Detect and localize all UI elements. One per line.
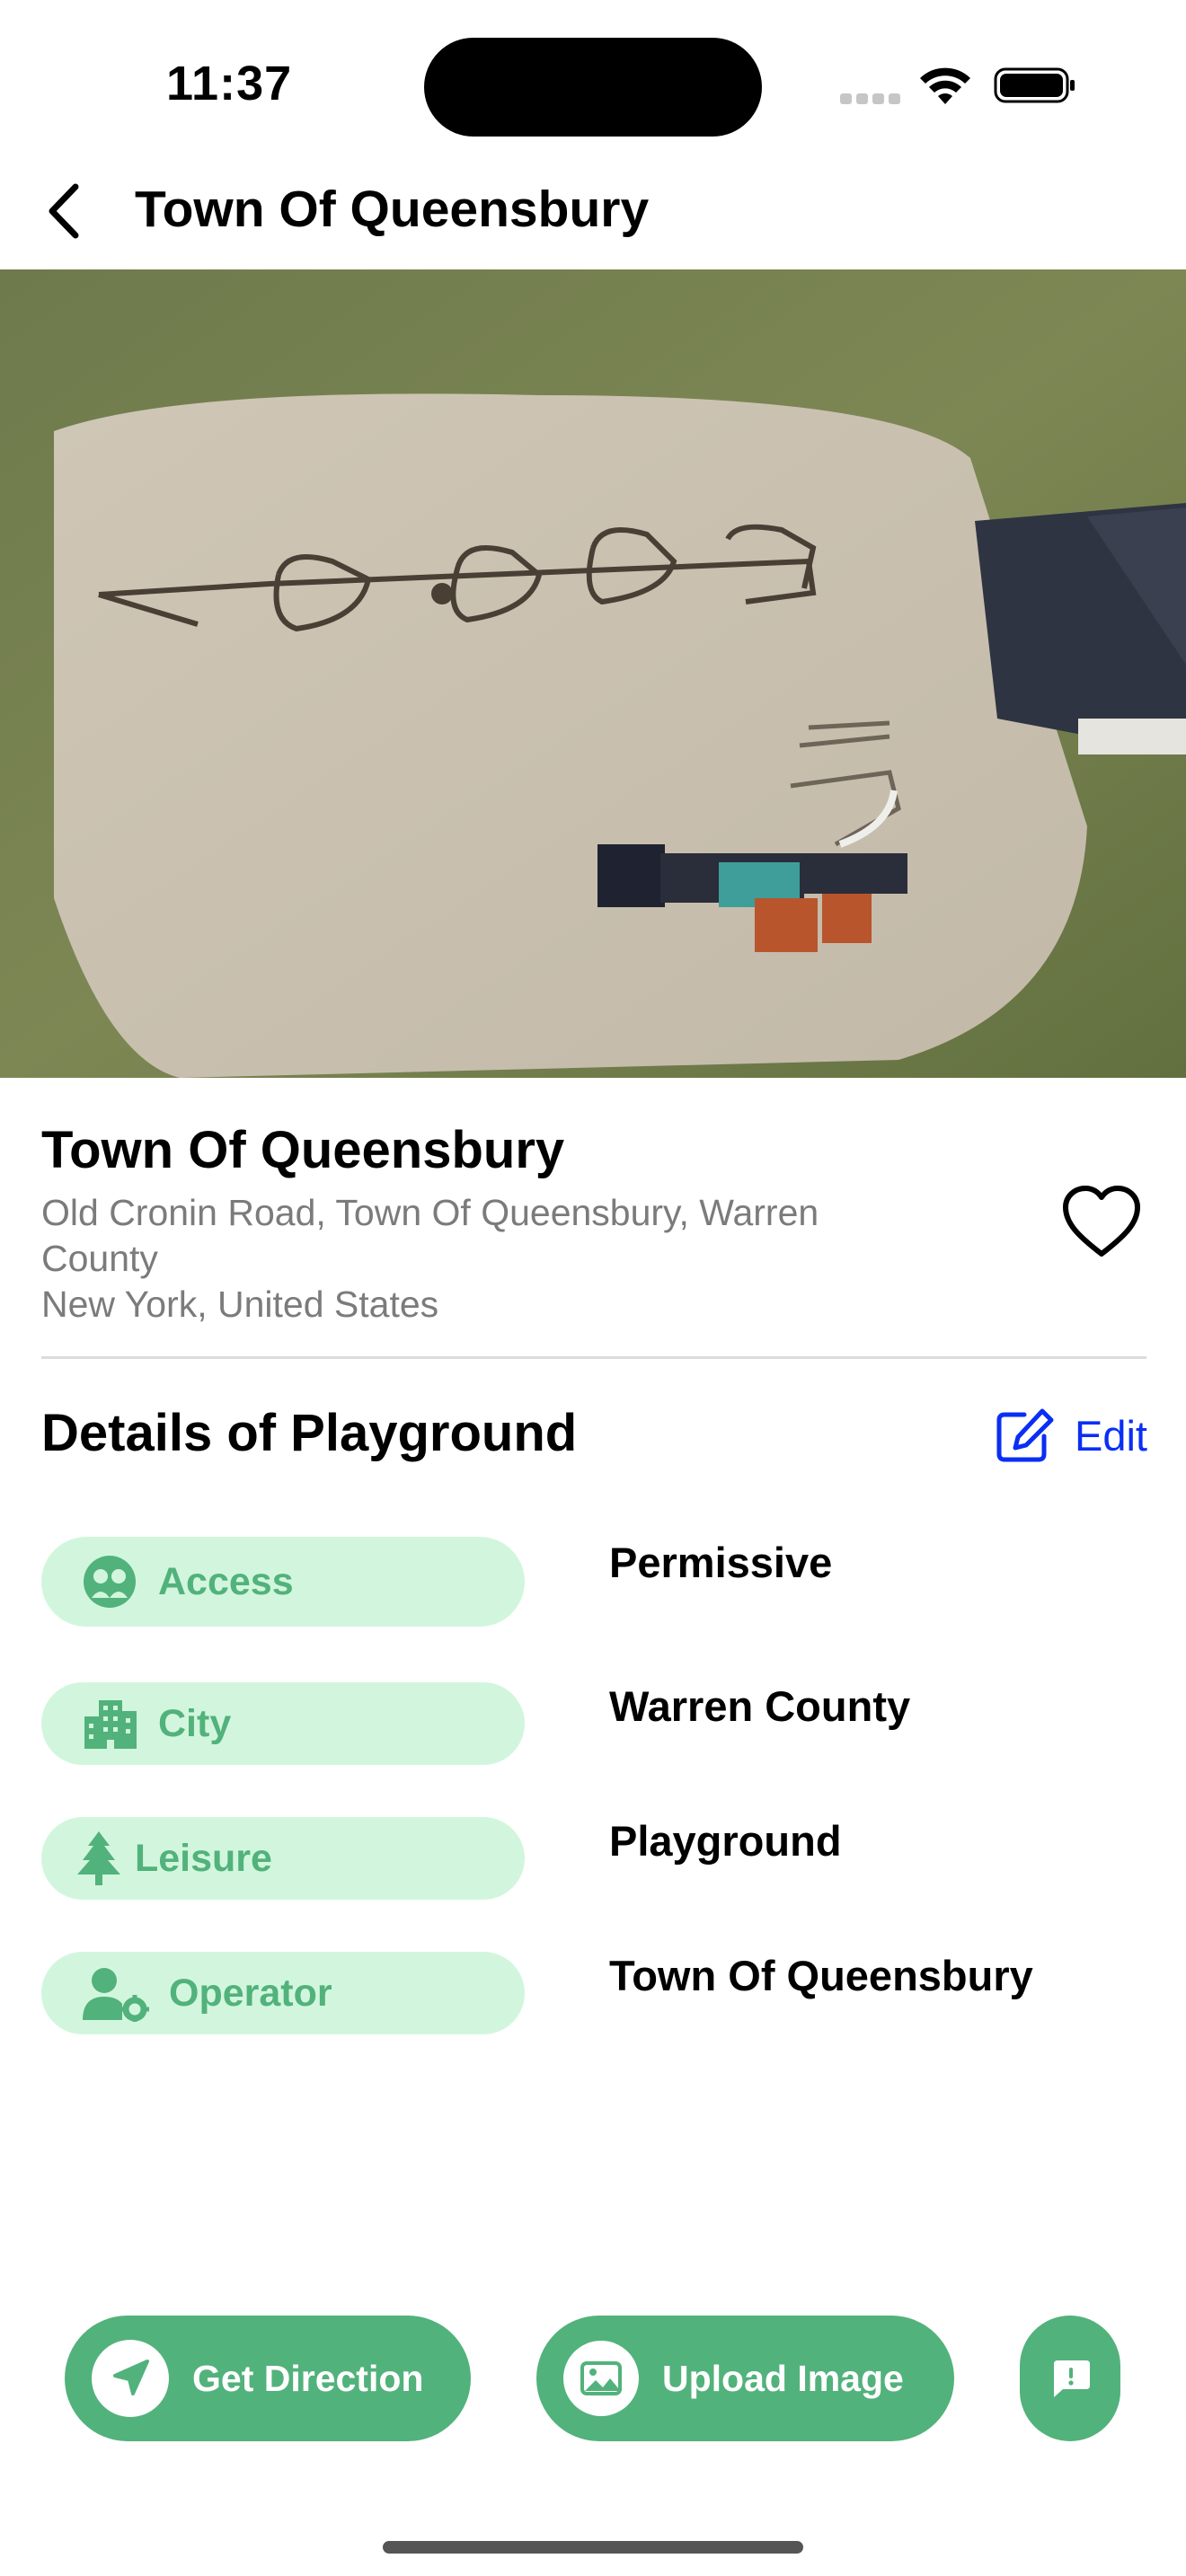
back-chevron-icon[interactable]: [40, 180, 93, 243]
image-icon: [563, 2341, 639, 2416]
value-operator: Town Of Queensbury: [609, 1952, 1033, 1999]
get-direction-label: Get Direction: [192, 2357, 424, 2399]
wifi-icon: [920, 67, 970, 104]
chip-label-access: Access: [158, 1559, 294, 1603]
battery-icon: [994, 67, 1075, 103]
address-line-1: Old Cronin Road, Town Of Queensbury, War…: [41, 1192, 819, 1279]
place-address: Old Cronin Road, Town Of Queensbury, War…: [41, 1190, 922, 1328]
details-title: Details of Playground: [41, 1404, 578, 1462]
upload-image-button[interactable]: Upload Image: [536, 2316, 954, 2441]
operator-icon: [81, 1964, 151, 2022]
nav-title: Town Of Queensbury: [135, 181, 650, 238]
address-line-2: New York, United States: [41, 1284, 439, 1325]
upload-image-label: Upload Image: [662, 2357, 904, 2399]
place-title: Town Of Queensbury: [41, 1121, 565, 1179]
tree-icon: [75, 1830, 122, 1887]
chip-label-city: City: [158, 1701, 232, 1745]
aerial-playground-image: [0, 269, 1186, 1078]
cellular-signal-icon: [840, 93, 901, 104]
status-time: 11:37: [166, 57, 293, 110]
chip-label-operator: Operator: [169, 1971, 332, 2015]
favorite-heart-icon[interactable]: [1060, 1184, 1143, 1259]
navigation-arrow-icon: [92, 2340, 169, 2417]
report-message-icon: [1054, 2360, 1090, 2397]
city-icon: [81, 1695, 138, 1752]
value-leisure: Playground: [609, 1817, 842, 1865]
edit-icon: [996, 1408, 1054, 1462]
chip-leisure: Leisure: [41, 1817, 525, 1900]
chip-operator: Operator: [41, 1952, 525, 2034]
divider: [41, 1356, 1146, 1359]
edit-label: Edit: [1075, 1411, 1147, 1460]
chip-access: Access: [41, 1537, 525, 1627]
edit-button[interactable]: Edit: [996, 1404, 1147, 1467]
navigation-bar: Town Of Queensbury: [0, 153, 1186, 269]
chip-city: City: [41, 1682, 525, 1765]
report-button[interactable]: [1020, 2316, 1120, 2441]
chip-label-leisure: Leisure: [135, 1836, 272, 1880]
get-direction-button[interactable]: Get Direction: [65, 2316, 471, 2441]
value-access: Permissive: [609, 1539, 833, 1586]
access-icon: [81, 1553, 138, 1610]
status-bar: 11:37: [0, 0, 1186, 153]
dynamic-island: [424, 38, 762, 137]
value-city: Warren County: [609, 1682, 911, 1730]
home-indicator: [383, 2541, 803, 2554]
